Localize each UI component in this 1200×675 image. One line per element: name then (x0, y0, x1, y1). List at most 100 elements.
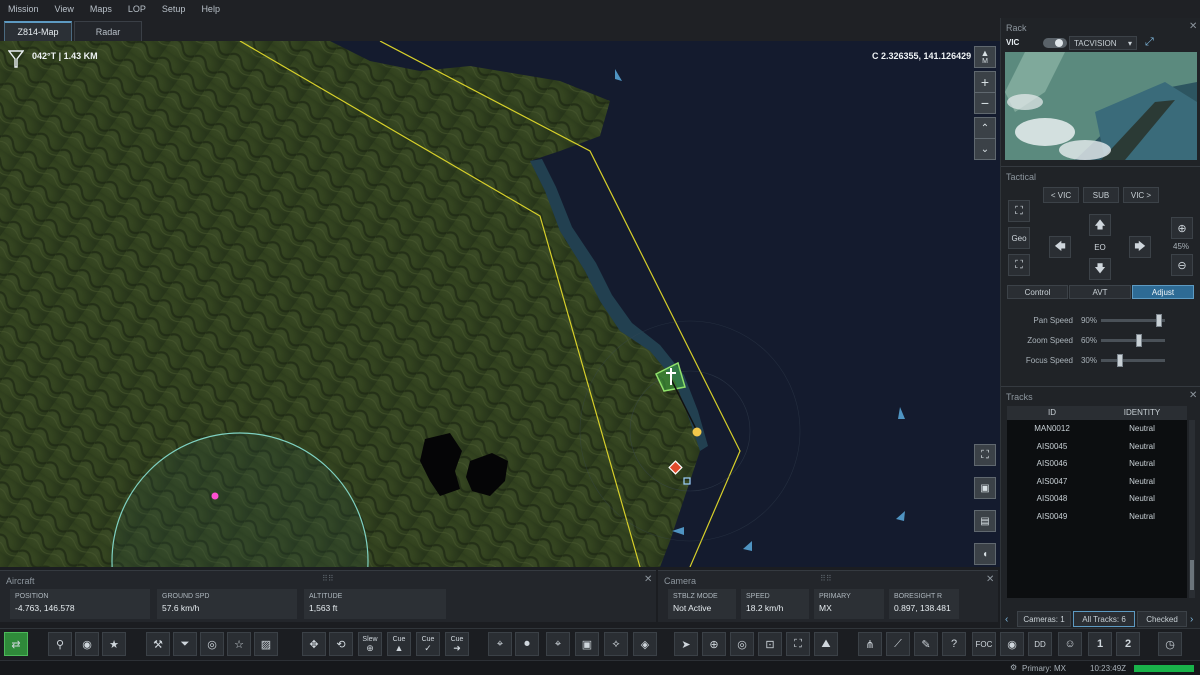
layers-button[interactable]: ◎ (200, 632, 224, 656)
capture-frame-button[interactable]: ⛶ (1008, 254, 1030, 276)
camera-zoom-in-button[interactable]: ⊕ (1171, 217, 1193, 239)
help-target-button[interactable]: ? (942, 632, 966, 656)
dd-button[interactable]: DD (1028, 632, 1052, 656)
plot-button[interactable]: ⟋ (886, 632, 910, 656)
annotation-button[interactable]: ✎ (914, 632, 938, 656)
close-icon[interactable]: ✕ (1189, 390, 1197, 401)
close-icon[interactable]: ✕ (986, 574, 994, 585)
drag-handle-icon[interactable]: ⠿⠿ (322, 574, 334, 583)
mountain-button[interactable]: ⛰ (814, 632, 838, 656)
fullscreen-button[interactable]: ⛶ (974, 444, 996, 466)
frame-button[interactable]: ⛶ (786, 632, 810, 656)
move-button[interactable]: ✥ (302, 632, 326, 656)
pan-up-button[interactable]: ⌃ (974, 117, 996, 139)
zoom-in-button[interactable]: + (974, 71, 996, 93)
pan-speed-slider[interactable] (1101, 313, 1165, 327)
sub-button[interactable]: SUB (1083, 187, 1119, 203)
navigate-button[interactable]: ➤ (674, 632, 698, 656)
close-icon[interactable]: ✕ (1189, 21, 1197, 32)
mode-select[interactable]: TACVISION ▾ (1069, 36, 1137, 50)
table-row[interactable]: AIS0047 Neutral (1007, 473, 1187, 491)
col-identity[interactable]: IDENTITY (1097, 406, 1187, 420)
expand-icon[interactable]: ⤢ (1145, 36, 1154, 49)
cue-button[interactable]: Cue ▲ (387, 632, 411, 656)
clock-button[interactable]: ◷ (1158, 632, 1182, 656)
slider-thumb[interactable] (1136, 333, 1143, 347)
table-row[interactable]: AIS0049 Neutral (1007, 508, 1187, 526)
cue-check-button[interactable]: Cue ✓ (416, 632, 440, 656)
record-button[interactable]: ⏺ (515, 632, 539, 656)
tab-z814-map[interactable]: Z814-Map (4, 21, 72, 41)
chevron-left-icon[interactable]: ‹ (1005, 614, 1008, 625)
table-row[interactable]: AIS0045 Neutral (1007, 438, 1187, 456)
table-row[interactable]: MAN0012 Neutral (1007, 420, 1187, 438)
slot-one-button[interactable]: 1 (1088, 632, 1112, 656)
tab-adjust[interactable]: Adjust (1132, 285, 1194, 299)
history-button[interactable]: ⟲ (329, 632, 353, 656)
slot-two-button[interactable]: 2 (1116, 632, 1140, 656)
tab-cameras[interactable]: Cameras: 1 (1017, 611, 1071, 627)
camera-feed[interactable] (1005, 52, 1197, 160)
cue-forward-button[interactable]: Cue ➜ (445, 632, 469, 656)
image-button[interactable]: ▨ (254, 632, 278, 656)
menu-setup[interactable]: Setup (162, 4, 186, 14)
tab-all-tracks[interactable]: All Tracks: 6 (1073, 611, 1135, 627)
target-button[interactable]: ◉ (75, 632, 99, 656)
menu-view[interactable]: View (55, 4, 74, 14)
user-button[interactable]: ☺ (1058, 632, 1082, 656)
pan-left-button[interactable]: 🡄 (1049, 236, 1071, 258)
table-row[interactable]: AIS0046 Neutral (1007, 455, 1187, 473)
camera-zoom-out-button[interactable]: ⊖ (1171, 254, 1193, 276)
save-button[interactable]: ▣ (575, 632, 599, 656)
camera-view-button[interactable]: ▣ (974, 477, 996, 499)
filter-button[interactable]: ⏷ (173, 632, 197, 656)
pin-button[interactable]: ⚲ (48, 632, 72, 656)
tilt-down-button[interactable]: 🡇 (1089, 258, 1111, 280)
menu-help[interactable]: Help (201, 4, 220, 14)
menu-lop[interactable]: LOP (128, 4, 146, 14)
close-icon[interactable]: ✕ (644, 574, 652, 585)
radar-sweep-button[interactable]: ◉ (1000, 632, 1024, 656)
zoom-speed-slider[interactable] (1101, 333, 1165, 347)
favorite-button[interactable]: ★ (102, 632, 126, 656)
tab-control[interactable]: Control (1007, 285, 1068, 299)
slew-button[interactable]: Slew ⊕ (358, 632, 382, 656)
drag-handle-icon[interactable]: ⠿⠿ (820, 574, 832, 583)
tilt-up-button[interactable]: 🡅 (1089, 214, 1111, 236)
focus-speed-slider[interactable] (1101, 353, 1165, 367)
vic-toggle[interactable] (1043, 38, 1067, 48)
slider-thumb[interactable] (1155, 313, 1162, 327)
table-row[interactable]: AIS0048 Neutral (1007, 490, 1187, 508)
route-button[interactable]: ⟡ (604, 632, 628, 656)
geo-button[interactable]: Geo (1008, 227, 1030, 249)
bookmark-button[interactable]: ☆ (227, 632, 251, 656)
pan-right-button[interactable]: 🡆 (1129, 236, 1151, 258)
tools-button[interactable]: ⚒ (146, 632, 170, 656)
track-target-button[interactable]: ⌖ (488, 632, 512, 656)
pan-down-button[interactable]: ⌄ (974, 138, 996, 160)
menu-mission[interactable]: Mission (8, 4, 39, 14)
map-view[interactable]: 042°T | 1.43 KM C 2.326355, 141.126429 ▲… (0, 41, 1000, 567)
zoom-out-button[interactable]: − (974, 92, 996, 114)
measure-button[interactable]: ◖ (974, 543, 996, 565)
tab-checked[interactable]: Checked (1137, 611, 1187, 627)
compass-button[interactable]: ▲ M (974, 46, 996, 68)
waypoint-button[interactable]: ◈ (633, 632, 657, 656)
foc-button[interactable]: FOC (972, 632, 996, 656)
col-id[interactable]: ID (1007, 406, 1097, 420)
tab-avt[interactable]: AVT (1069, 285, 1131, 299)
menu-maps[interactable]: Maps (90, 4, 112, 14)
ruler-button[interactable]: ▤ (974, 510, 996, 532)
prev-vic-button[interactable]: < VIC (1043, 187, 1079, 203)
tracks-scrollbar[interactable] (1189, 420, 1195, 598)
next-vic-button[interactable]: VIC > (1123, 187, 1159, 203)
snap-target-button[interactable]: ⌖ (546, 632, 570, 656)
focus-frame-button[interactable]: ⛶ (1008, 200, 1030, 222)
search-zoom-button[interactable]: ⊕ (702, 632, 726, 656)
radar-button[interactable]: ◎ (730, 632, 754, 656)
tab-radar[interactable]: Radar (74, 21, 142, 41)
sync-button[interactable]: ⇄ (4, 632, 28, 656)
slider-thumb[interactable] (1117, 353, 1124, 367)
chevron-right-icon[interactable]: › (1190, 614, 1193, 625)
network-button[interactable]: ⋔ (858, 632, 882, 656)
